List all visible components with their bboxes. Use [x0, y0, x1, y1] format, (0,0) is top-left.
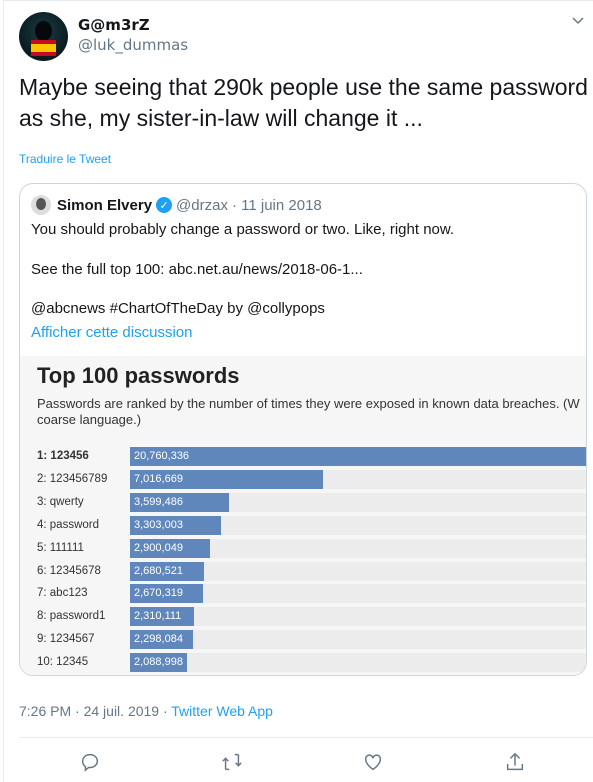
divider [19, 737, 593, 738]
bar-value: 2,088,998 [134, 656, 183, 669]
bar-track: 2,900,049 [130, 538, 586, 558]
source-link[interactable]: Twitter Web App [171, 703, 273, 719]
avatar[interactable] [19, 12, 68, 61]
bar-track: 2,670,319 [130, 584, 586, 604]
share-icon[interactable] [504, 751, 526, 773]
bar: 2,310,111 [130, 607, 194, 627]
bar: 7,016,669 [130, 469, 323, 489]
bar-value: 2,900,049 [134, 541, 183, 554]
quoted-date: · 11 juin 2018 [231, 196, 322, 214]
translate-link[interactable]: Traduire le Tweet [19, 152, 111, 166]
bar: 2,298,084 [130, 630, 194, 650]
bar-label: 2: 123456789 [37, 472, 108, 485]
bar-label: 7: abc123 [37, 587, 88, 600]
chart-title: Top 100 passwords [37, 363, 240, 388]
author-handle[interactable]: @luk_dummas [78, 36, 188, 54]
chart-row: 7: abc123 2,670,319 [20, 584, 586, 604]
chart-row: 9: 1234567 2,298,084 [20, 630, 586, 650]
retweet-icon[interactable] [221, 751, 243, 773]
bar-label: 3: qwerty [37, 495, 84, 508]
bar-track: 2,088,998 [130, 653, 586, 673]
quoted-avatar [31, 195, 51, 215]
bar: 3,303,003 [130, 515, 221, 535]
chart-row: 4: password 3,303,003 [20, 515, 586, 536]
reply-icon[interactable] [79, 751, 101, 773]
bar-value: 3,599,486 [134, 495, 183, 508]
bar-value: 2,680,521 [134, 564, 183, 577]
like-icon[interactable] [362, 751, 384, 773]
bar-track: 7,016,669 [130, 469, 586, 489]
chart-subtitle: Passwords are ranked by the number of ti… [37, 396, 580, 427]
bar-value: 3,303,003 [134, 518, 183, 531]
bar-label: 6: 12345678 [37, 564, 101, 577]
chart-row: 3: qwerty 3,599,486 [20, 492, 586, 513]
timestamp: 7:26 PM · 24 juil. 2019 · Twitter Web Ap… [19, 703, 273, 719]
bar-value: 2,670,319 [134, 587, 183, 600]
quoted-line: You should probably change a password or… [31, 221, 455, 238]
show-thread-link[interactable]: Afficher cette discussion [31, 324, 192, 341]
author-name[interactable]: G@m3rZ [78, 16, 150, 34]
bar-track: 2,310,111 [130, 607, 586, 627]
quoted-line: @abcnews #ChartOfTheDay by @collypops [31, 300, 325, 317]
chevron-down-icon[interactable] [570, 12, 586, 28]
verified-icon: ✓ [156, 197, 173, 213]
chart-row: 10: 12345 2,088,998 [20, 653, 586, 673]
bar: 20,760,336 [130, 447, 586, 466]
chart-row: 2: 123456789 7,016,669 [20, 469, 586, 490]
quoted-line: See the full top 100: abc.net.au/news/20… [31, 261, 363, 278]
bar-track: 3,599,486 [130, 492, 586, 512]
bar-label: 10: 12345 [37, 656, 89, 669]
bar-track: 3,303,003 [130, 515, 586, 535]
bar-track: 2,680,521 [130, 561, 586, 581]
bar-value: 20,760,336 [134, 450, 190, 462]
bar: 2,670,319 [130, 584, 204, 604]
bar-value: 7,016,669 [134, 472, 183, 485]
chart-row: 8: password1 2,310,111 [20, 607, 586, 627]
bar-value: 2,298,084 [134, 633, 183, 646]
bar-track: 2,298,084 [130, 630, 586, 650]
quoted-tweet[interactable]: Simon Elvery ✓ @drzax · 11 juin 2018 You… [19, 183, 587, 676]
bar: 2,088,998 [130, 653, 188, 673]
quoted-handle: @drzax [176, 196, 228, 214]
bar-track: 20,760,336 [130, 447, 586, 466]
bar-label: 1: 123456 [37, 450, 89, 462]
bar: 3,599,486 [130, 492, 229, 512]
chart-image[interactable]: Top 100 passwords Passwords are ranked b… [20, 356, 586, 675]
bar-label: 8: password1 [37, 610, 106, 623]
bar-label: 9: 1234567 [37, 633, 95, 646]
bar-label: 4: password [37, 518, 100, 531]
chart-row: 6: 12345678 2,680,521 [20, 561, 586, 582]
chart-row: 5: 111111 2,900,049 [20, 538, 586, 559]
chart-row: 1: 123456 20,760,336 [20, 447, 586, 467]
quoted-name: Simon Elvery [57, 196, 153, 214]
tweet-text: Maybe seeing that 290k people use the sa… [19, 74, 588, 131]
bar: 2,680,521 [130, 561, 204, 581]
bar-value: 2,310,111 [134, 610, 182, 623]
bar: 2,900,049 [130, 538, 210, 558]
bar-label: 5: 111111 [37, 541, 84, 554]
